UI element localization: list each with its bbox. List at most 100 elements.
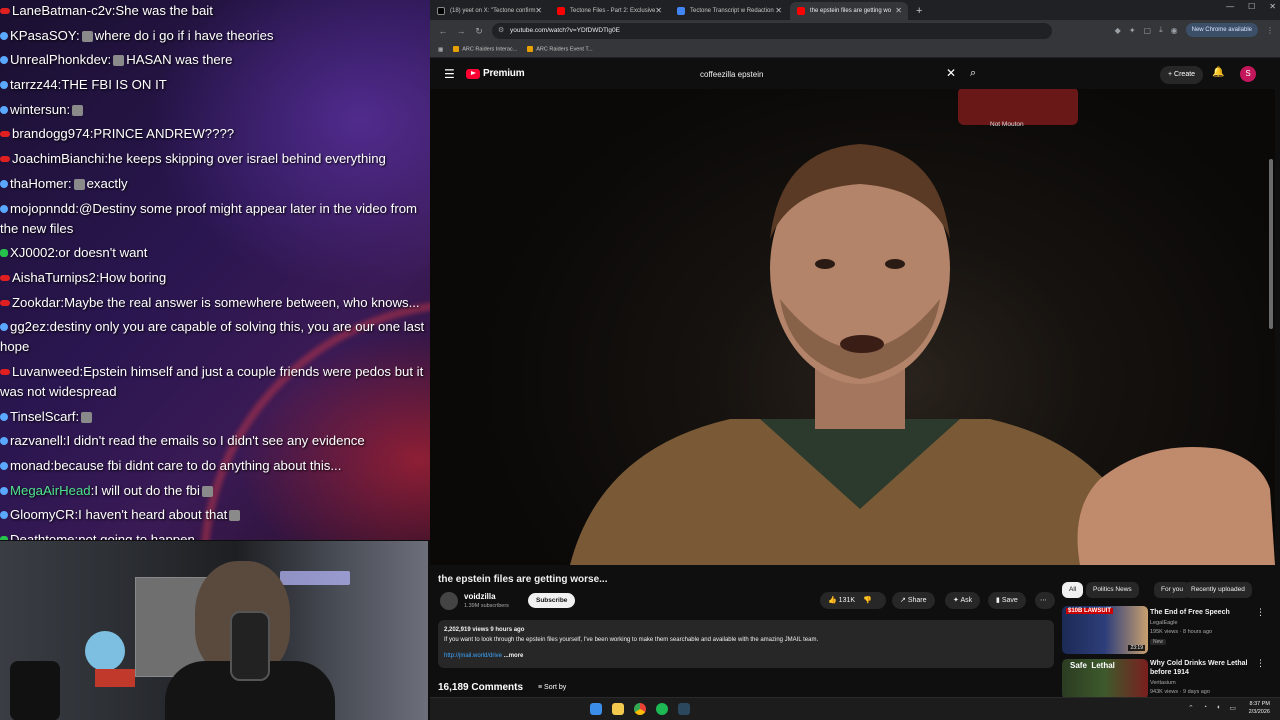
chip-all[interactable]: All [1062, 582, 1084, 598]
chat-username[interactable]: thaHomer [10, 176, 68, 191]
chat-username[interactable]: wintersun [10, 102, 66, 117]
chat-username[interactable]: MegaAirHead [10, 483, 91, 498]
file-explorer-icon[interactable] [612, 703, 624, 715]
search-input[interactable]: coffeezilla epstein [692, 65, 956, 85]
tab-bar: (18) yeet on X: "Tectone confirm ✕ Tecto… [430, 0, 1280, 20]
apps-icon[interactable]: ▦ [438, 47, 443, 53]
extension-icon[interactable]: ◆ [1115, 26, 1121, 35]
chat-username[interactable]: JoachimBianchi [12, 151, 104, 166]
chrome-icon[interactable] [634, 703, 646, 715]
youtube-logo[interactable]: Premium [466, 68, 525, 79]
like-dislike-button[interactable]: 👍 131K 👎 [820, 592, 886, 609]
chat-text: destiny only you are capable of solving … [0, 319, 425, 355]
notifications-bell-icon[interactable]: 🔔 [1212, 67, 1224, 78]
battery-icon[interactable]: ▭ [1229, 704, 1236, 712]
rec-menu-icon[interactable]: ⋮ [1256, 607, 1265, 618]
ask-button[interactable]: ✦ Ask [945, 592, 981, 609]
profile-icon[interactable]: ◉ [1171, 26, 1178, 35]
show-more-button[interactable]: ...more [504, 653, 524, 659]
chat-username[interactable]: razvanell [10, 433, 63, 448]
bookmark-item[interactable]: ARC Raiders Interac... [453, 46, 517, 53]
close-window-icon[interactable]: ✕ [1269, 2, 1276, 11]
rec-menu-icon[interactable]: ⋮ [1256, 658, 1265, 669]
browser-menu-icon[interactable]: ⋮ [1266, 26, 1274, 35]
bookmark-item[interactable]: ARC Raiders Event T... [527, 46, 593, 53]
browser-tab-active[interactable]: the epstein files are getting wo ✕ [790, 2, 908, 20]
chat-username[interactable]: Deathtome [10, 532, 75, 540]
chat-username[interactable]: tarrzz44 [10, 77, 58, 92]
chat-username[interactable]: brandogg974 [12, 126, 90, 141]
forward-icon[interactable]: → [452, 26, 470, 36]
chat-username[interactable]: XJ0002 [10, 245, 55, 260]
more-actions-icon[interactable]: ⋯ [1035, 592, 1055, 609]
chat-username[interactable]: GloomyCR [10, 507, 74, 522]
tray-chevron-icon[interactable]: ⌃ [1188, 704, 1194, 712]
rec-title[interactable]: The End of Free Speech [1150, 608, 1260, 617]
back-icon[interactable]: ← [434, 26, 452, 36]
rec-channel[interactable]: LegalEagle [1150, 620, 1178, 626]
youtube-play-icon [466, 68, 480, 79]
channel-name[interactable]: voidzilla [464, 592, 496, 601]
thumbnail-text: Safe Lethal [1070, 661, 1115, 670]
site-info-icon[interactable]: ⚙ [498, 23, 504, 39]
chat-username[interactable]: AishaTurnips2 [12, 270, 96, 285]
account-avatar[interactable]: S [1240, 66, 1256, 82]
steam-icon[interactable] [678, 703, 690, 715]
close-tab-icon[interactable]: ✕ [895, 2, 902, 20]
chrome-update-button[interactable]: New Chrome available [1185, 23, 1258, 37]
video-player[interactable]: Not Mouton [430, 89, 1275, 565]
browser-tab[interactable]: Tectone Files - Part 2: Exclusive ✕ [550, 2, 668, 20]
maximize-icon[interactable]: ☐ [1248, 2, 1255, 11]
minimize-icon[interactable]: — [1226, 2, 1234, 11]
download-icon[interactable]: ⤓ [1159, 25, 1163, 35]
new-tab-button[interactable]: + [910, 2, 928, 20]
start-menu-icon[interactable] [590, 703, 602, 715]
share-button[interactable]: ↗ Share [892, 592, 935, 609]
page-scrollbar[interactable] [1269, 159, 1273, 329]
window-controls: — ☐ ✕ [1226, 2, 1276, 11]
browser-tab[interactable]: Tectone Transcript w Redaction ✕ [670, 2, 788, 20]
chip-politics-news[interactable]: Politics News [1086, 582, 1139, 598]
chat-username[interactable]: Luvanweed [12, 364, 79, 379]
sort-comments-button[interactable]: ≡ Sort by [538, 682, 566, 694]
close-tab-icon[interactable]: ✕ [535, 2, 542, 20]
reload-icon[interactable]: ↻ [470, 26, 488, 37]
browser-tab[interactable]: (18) yeet on X: "Tectone confirm ✕ [430, 2, 548, 20]
save-button[interactable]: ▮ Save [988, 592, 1026, 609]
figurine [85, 631, 125, 671]
description-link[interactable]: http://jmail.world/drive [444, 653, 502, 659]
create-button[interactable]: + Create [1160, 66, 1204, 84]
rec-title[interactable]: Why Cold Drinks Were Lethal before 1914 [1150, 659, 1260, 677]
chat-username[interactable]: KPasaSOY [10, 28, 76, 43]
chat-username[interactable]: Zookdar [12, 295, 60, 310]
subscribe-button[interactable]: Subscribe [528, 593, 576, 608]
chat-badge-icon [0, 249, 8, 258]
description-box[interactable]: 2,202,919 views 9 hours ago If you want … [438, 620, 1054, 668]
rec-channel[interactable]: Veritasium [1150, 680, 1176, 686]
chat-username[interactable]: mojopnndd [10, 201, 75, 216]
rec-meta: 943K views · 9 days ago [1150, 689, 1210, 695]
chip-recently-uploaded[interactable]: Recently uploaded [1184, 582, 1252, 598]
channel-avatar[interactable] [440, 592, 458, 610]
spotify-icon[interactable] [656, 703, 668, 715]
sidepanel-icon[interactable]: ▢ [1144, 26, 1152, 35]
rec-thumbnail[interactable]: $10B LAWSUIT 23:19 [1062, 606, 1148, 654]
chat-username[interactable]: UnrealPhonkdev [10, 52, 108, 67]
hamburger-menu-icon[interactable]: ☰ [444, 67, 455, 81]
x-favicon-icon [437, 7, 445, 15]
chat-username[interactable]: LaneBatman-c2v [12, 3, 112, 18]
chat-username[interactable]: gg2ez [10, 319, 46, 334]
rec-thumbnail[interactable]: Safe Lethal [1062, 659, 1148, 699]
chat-username[interactable]: TinselScarf [10, 409, 75, 424]
close-tab-icon[interactable]: ✕ [655, 2, 662, 20]
clear-search-icon[interactable]: ✕ [946, 66, 956, 80]
chat-username[interactable]: monad [10, 458, 50, 473]
puzzle-icon[interactable]: ✦ [1129, 26, 1136, 35]
system-clock[interactable]: 8:37 PM 2/3/2026 [1249, 700, 1270, 716]
thumbs-down-icon[interactable]: 👎 [863, 597, 872, 604]
search-icon[interactable]: ⌕ [970, 67, 976, 80]
address-bar[interactable]: ⚙ youtube.com/watch?v=YDfDWDTlg0E [492, 23, 1052, 39]
volume-icon[interactable]: ◖ [1216, 704, 1220, 712]
close-tab-icon[interactable]: ✕ [775, 2, 782, 20]
network-icon[interactable]: ◔ [1203, 704, 1207, 712]
